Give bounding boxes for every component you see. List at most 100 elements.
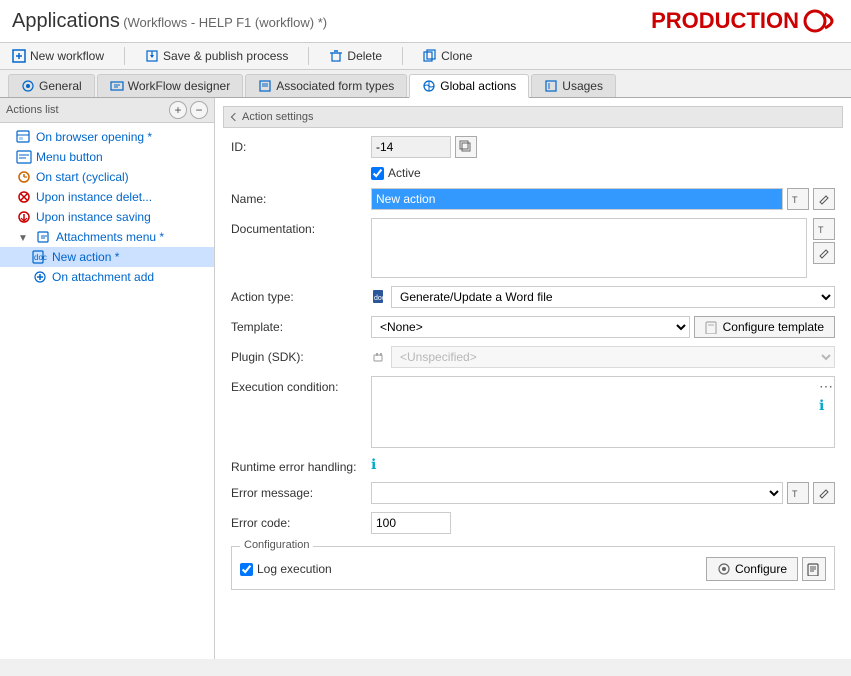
action-type-select[interactable]: Generate/Update a Word file [391, 286, 835, 308]
error-message-row: Error message: T [231, 482, 835, 504]
exec-dots-icon[interactable]: ⋯ [819, 378, 833, 395]
svg-text:doc: doc [374, 295, 386, 302]
doc-translate-icon: T [818, 223, 830, 235]
settings-title: Action settings [223, 106, 843, 128]
usages-tab-icon [544, 79, 558, 93]
add-action-button[interactable]: + [169, 101, 187, 119]
error-message-btn-2[interactable] [813, 482, 835, 504]
documentation-btn-1[interactable]: T [813, 218, 835, 240]
active-checkbox[interactable] [371, 167, 384, 180]
tree-item-label: Menu button [36, 150, 103, 164]
tree-item-on-browser-opening[interactable]: On browser opening * [0, 127, 214, 147]
id-row: ID: [231, 136, 835, 158]
execution-condition-textarea[interactable] [371, 376, 835, 448]
configure-template-button[interactable]: Configure template [694, 316, 835, 338]
production-logo-icon [803, 6, 839, 36]
tab-usages[interactable]: Usages [531, 74, 616, 97]
tab-general[interactable]: General [8, 74, 95, 97]
tree-item-on-start[interactable]: On start (cyclical) [0, 167, 214, 187]
tree-item-label: Upon instance saving [36, 210, 151, 224]
toolbar-sep-3 [402, 47, 403, 65]
app-header: Applications (Workflows - HELP F1 (workf… [0, 0, 851, 43]
tab-global-actions[interactable]: Global actions [409, 74, 529, 98]
tab-form-types[interactable]: Associated form types [245, 74, 407, 97]
error-code-input[interactable] [371, 512, 451, 534]
delete-button[interactable]: Delete [325, 47, 386, 65]
actions-tree: On browser opening * Menu button On star [0, 123, 214, 291]
runtime-error-control: ℹ [371, 456, 835, 473]
configure-extra-icon [807, 562, 821, 576]
attachment-add-icon [32, 269, 48, 285]
name-control: T [371, 188, 835, 210]
runtime-info-icon[interactable]: ℹ [371, 456, 376, 473]
remove-action-button[interactable]: − [190, 101, 208, 119]
error-msg-icon-2 [818, 487, 830, 499]
execution-condition-control: ⋯ ℹ [371, 376, 835, 448]
tab-workflow-designer[interactable]: WorkFlow designer [97, 74, 243, 97]
save-publish-button[interactable]: Save & publish process [141, 47, 292, 65]
configuration-section: Configuration Log execution Configure [231, 546, 835, 590]
tree-item-label: On attachment add [52, 270, 154, 284]
execution-condition-label: Execution condition: [231, 376, 371, 394]
error-message-btn-1[interactable]: T [787, 482, 809, 504]
log-execution-label[interactable]: Log execution [240, 562, 332, 576]
tree-item-new-action[interactable]: doc New action * [0, 247, 214, 267]
documentation-textarea[interactable] [371, 218, 807, 278]
tree-controls: + − [169, 101, 208, 119]
tree-item-menu-button[interactable]: Menu button [0, 147, 214, 167]
delete-icon [329, 49, 343, 63]
documentation-btn-2[interactable] [813, 242, 835, 264]
configure-button[interactable]: Configure [706, 557, 798, 581]
workflow-tab-icon [110, 79, 124, 93]
main-content: Actions list + − On browser opening * [0, 98, 851, 659]
configure-extra-btn[interactable] [802, 557, 826, 581]
clone-button[interactable]: Clone [419, 47, 476, 65]
active-checkbox-label[interactable]: Active [371, 166, 421, 180]
tree-item-upon-instance-saving[interactable]: Upon instance saving [0, 207, 214, 227]
new-action-icon: doc [32, 249, 48, 265]
id-input[interactable] [371, 136, 451, 158]
tree-item-label: On start (cyclical) [36, 170, 129, 184]
clone-icon [423, 49, 437, 63]
documentation-buttons: T [813, 218, 835, 264]
tree-item-label: New action * [52, 250, 119, 264]
tree-item-upon-instance-delet[interactable]: Upon instance delet... [0, 187, 214, 207]
plugin-icon [371, 349, 387, 365]
settings-body: ID: Active [215, 128, 851, 598]
tabs-bar: General WorkFlow designer Associated for… [0, 70, 851, 98]
settings-collapse-icon[interactable] [231, 113, 239, 121]
expand-icon: ▼ [16, 229, 32, 245]
documentation-row: Documentation: T [231, 218, 835, 278]
action-type-label: Action type: [231, 286, 371, 304]
template-select[interactable]: <None> [371, 316, 690, 338]
name-extra-btn-2[interactable] [813, 188, 835, 210]
name-extra-btn-1[interactable]: T [787, 188, 809, 210]
configuration-title: Configuration [240, 539, 313, 551]
exec-condition-icons: ⋯ ℹ [819, 378, 833, 414]
svg-text:T: T [818, 225, 824, 235]
runtime-error-row: Runtime error handling: ℹ [231, 456, 835, 474]
name-row: Name: T [231, 188, 835, 210]
cycle-icon [16, 169, 32, 185]
tree-item-on-attachment-add[interactable]: On attachment add [0, 267, 214, 287]
toolbar-sep-1 [124, 47, 125, 65]
plugin-label: Plugin (SDK): [231, 346, 371, 364]
browser-icon [16, 129, 32, 145]
name-input[interactable] [371, 188, 783, 210]
name-label: Name: [231, 188, 371, 206]
error-message-label: Error message: [231, 482, 371, 500]
template-label: Template: [231, 316, 371, 334]
app-title: Applications (Workflows - HELP F1 (workf… [12, 10, 327, 33]
error-msg-icon-1: T [792, 487, 804, 499]
actions-panel: Actions list + − On browser opening * [0, 98, 215, 659]
new-workflow-button[interactable]: New workflow [8, 47, 108, 65]
id-copy-button[interactable] [455, 136, 477, 158]
plugin-select[interactable]: <Unspecified> [391, 346, 835, 368]
log-execution-checkbox[interactable] [240, 563, 253, 576]
id-label: ID: [231, 136, 371, 154]
exec-info-icon[interactable]: ℹ [819, 397, 833, 414]
error-message-select[interactable] [371, 482, 783, 504]
save-publish-icon [145, 49, 159, 63]
svg-text:doc: doc [34, 253, 47, 262]
tree-item-attachments-menu[interactable]: ▼ Attachments menu * [0, 227, 214, 247]
